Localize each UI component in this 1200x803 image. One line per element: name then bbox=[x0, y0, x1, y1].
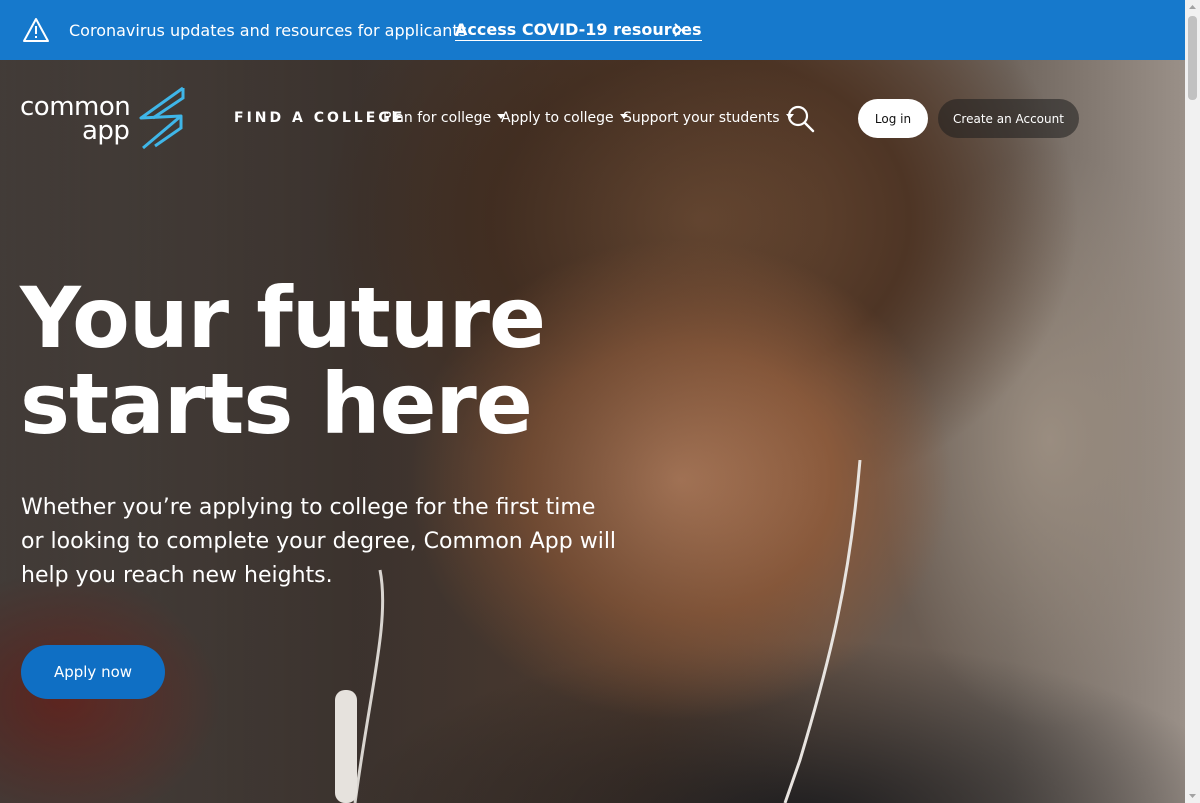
nav-support-your-students[interactable]: Support your students bbox=[623, 110, 794, 126]
nav-support-label: Support your students bbox=[623, 110, 780, 126]
nav-plan-for-college[interactable]: Plan for college bbox=[383, 110, 506, 126]
scroll-down-arrow-icon[interactable] bbox=[1185, 788, 1200, 803]
alert-message: Coronavirus updates and resources for ap… bbox=[69, 21, 468, 40]
covid-alert-banner: Coronavirus updates and resources for ap… bbox=[0, 0, 1185, 60]
page-scrollbar[interactable] bbox=[1185, 0, 1200, 803]
chevron-right-icon bbox=[674, 23, 683, 37]
hero-headline: Your future starts here bbox=[20, 269, 546, 453]
search-icon[interactable] bbox=[787, 105, 815, 133]
scrollbar-thumb[interactable] bbox=[1188, 16, 1197, 100]
covid-resources-link[interactable]: Access COVID-19 resources bbox=[455, 20, 702, 41]
nav-find-a-college[interactable]: FIND A COLLEGE bbox=[234, 110, 405, 126]
warning-triangle-icon bbox=[23, 18, 49, 42]
login-button[interactable]: Log in bbox=[858, 99, 928, 138]
common-app-logo[interactable]: common app bbox=[20, 86, 190, 152]
logo-mark-icon bbox=[139, 86, 185, 150]
create-account-button[interactable]: Create an Account bbox=[938, 99, 1079, 138]
apply-now-button[interactable]: Apply now bbox=[21, 645, 165, 699]
scroll-up-arrow-icon[interactable] bbox=[1185, 0, 1200, 15]
logo-wordmark-app: app bbox=[82, 116, 130, 146]
nav-apply-to-college[interactable]: Apply to college bbox=[501, 110, 628, 126]
hero-subcopy: Whether you’re applying to college for t… bbox=[21, 495, 617, 588]
nav-plan-label: Plan for college bbox=[383, 110, 492, 126]
nav-apply-label: Apply to college bbox=[501, 110, 614, 126]
